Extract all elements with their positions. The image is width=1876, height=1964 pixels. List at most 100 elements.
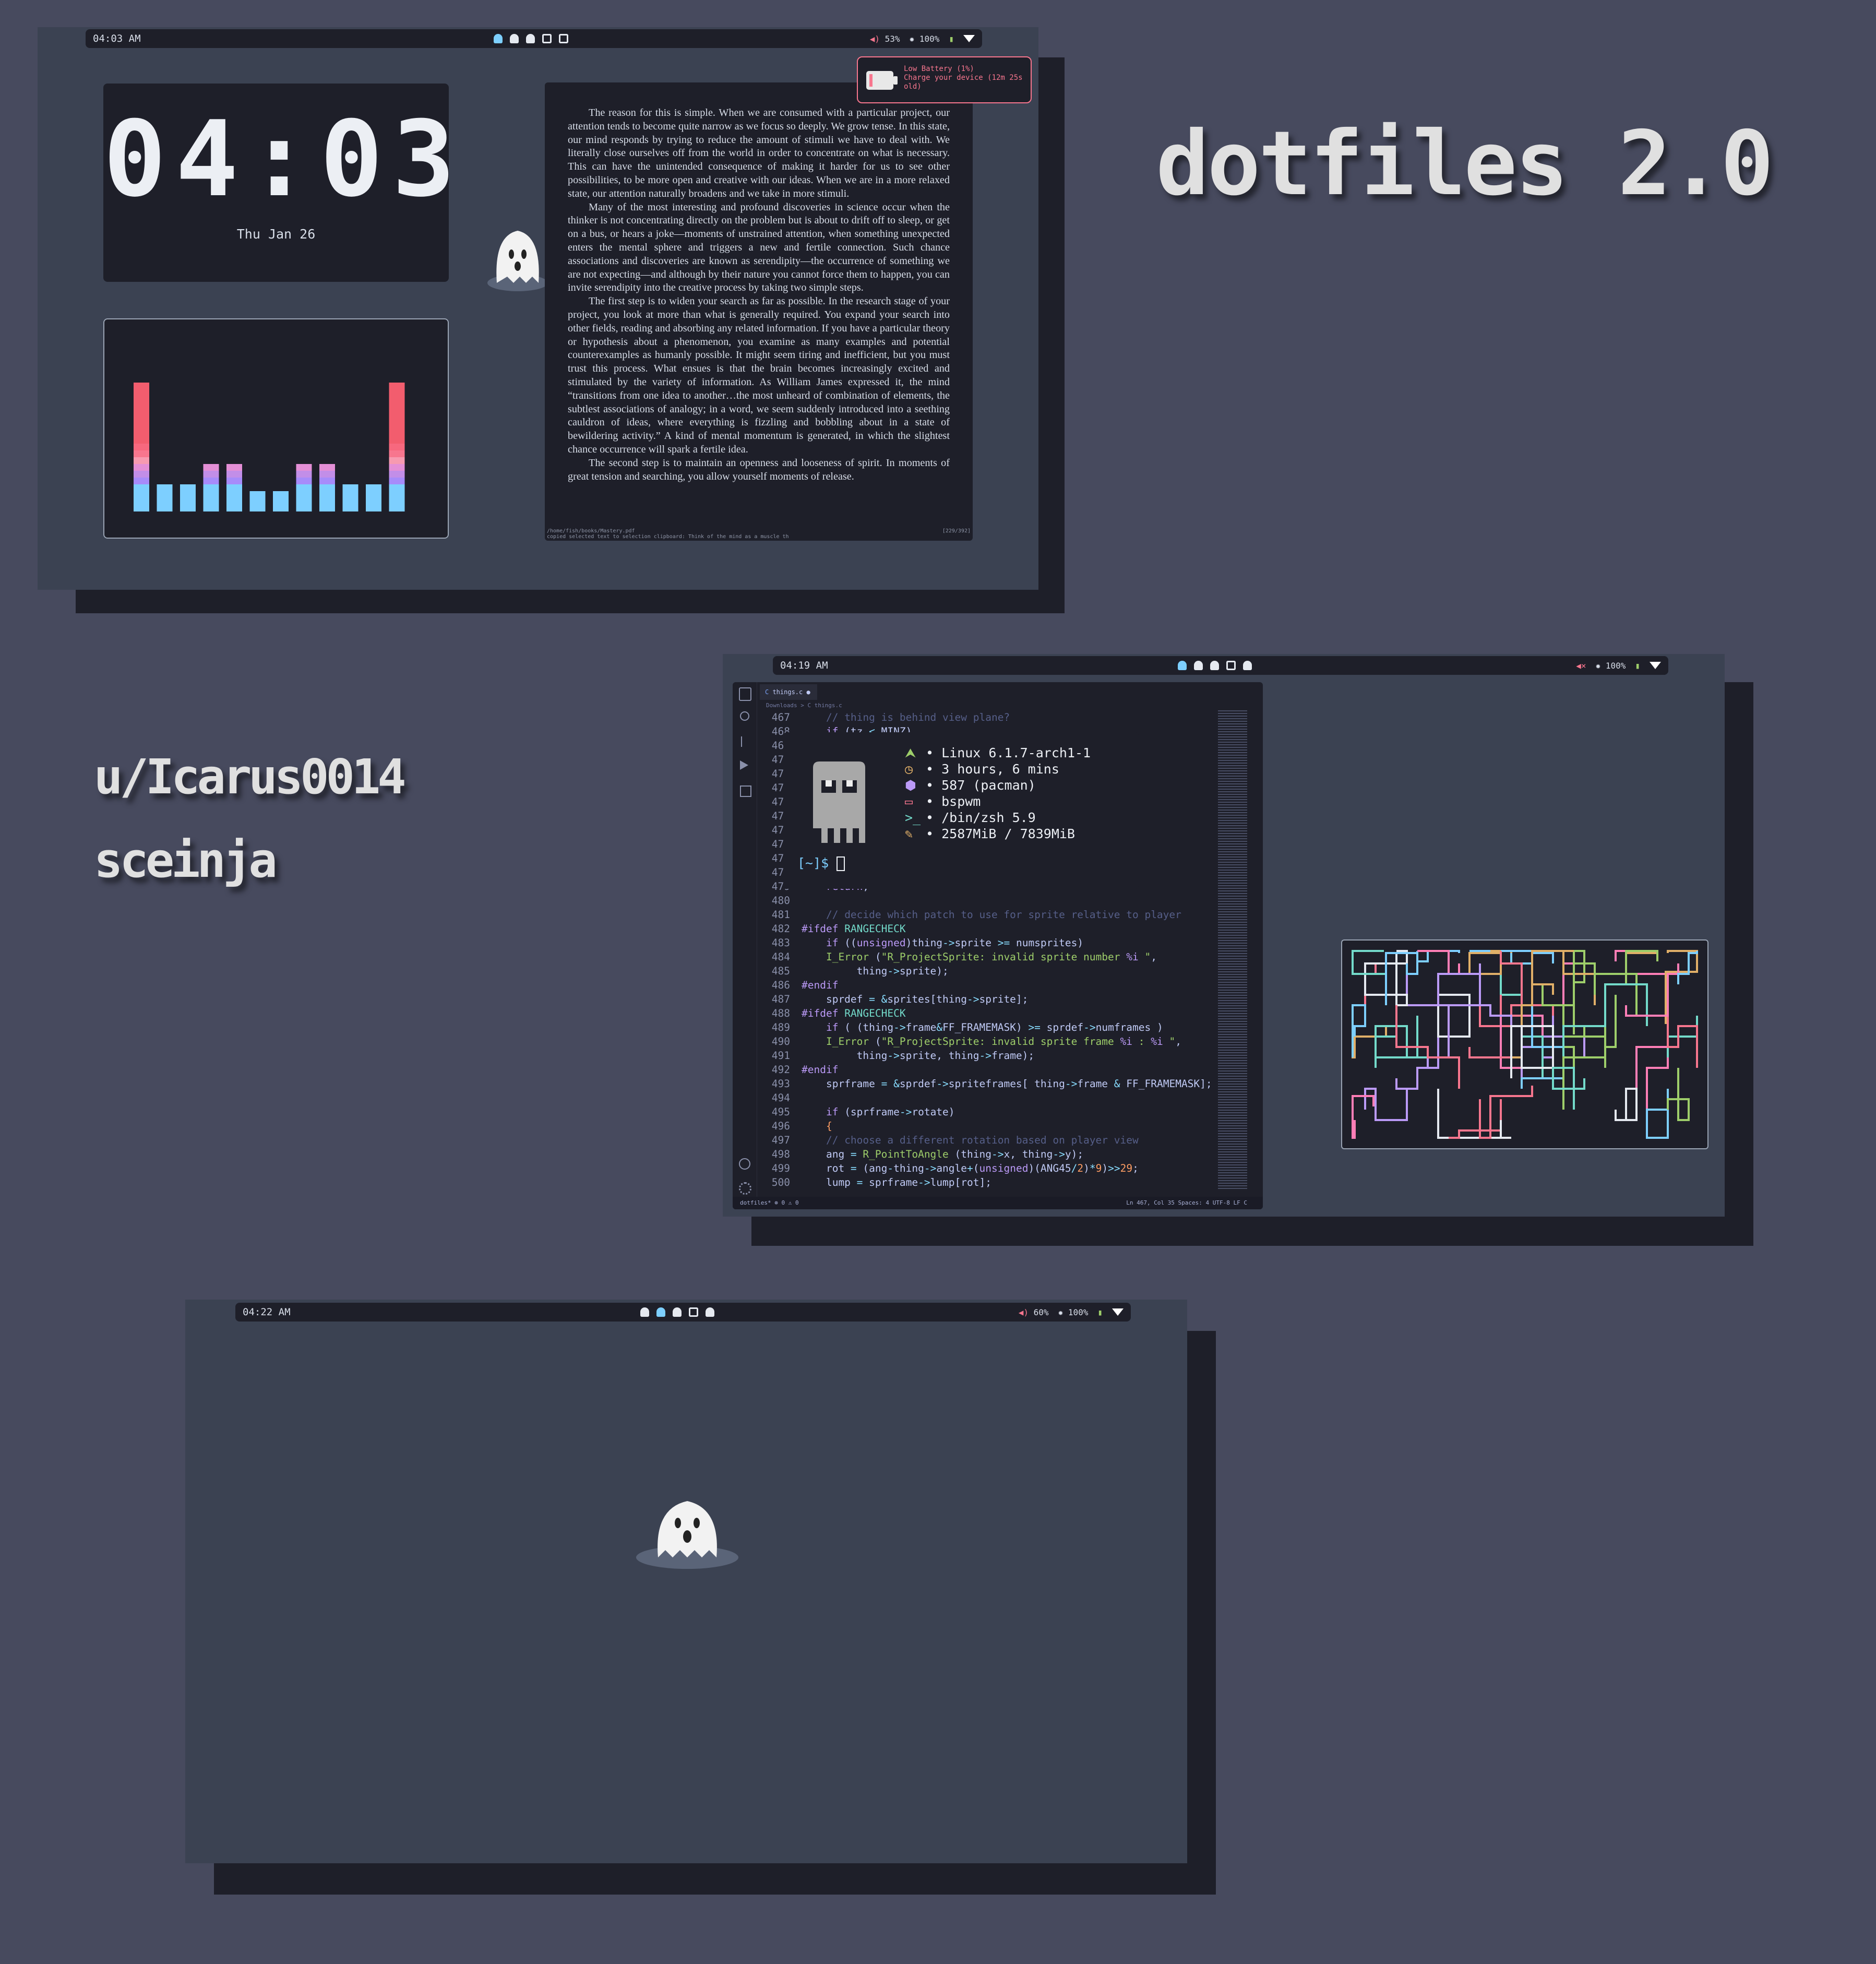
visualizer-bar-segment <box>134 383 149 389</box>
pipe-segment <box>1449 1099 1502 1139</box>
workspace-2-icon[interactable] <box>656 1307 665 1317</box>
workspace-1-icon[interactable] <box>1178 661 1187 670</box>
battery-icon[interactable]: ▮ <box>1635 661 1640 671</box>
visualizer-bar-segment <box>203 498 219 505</box>
brightness-indicator[interactable]: ✹ 100% <box>1058 1307 1089 1317</box>
settings-icon[interactable] <box>739 1182 751 1195</box>
visualizer-bar-segment <box>134 464 149 471</box>
pipe-segment <box>1416 950 1460 962</box>
visualizer-bar-segment <box>319 498 335 505</box>
status-bar: 04:19 AM ◀× ✹ 100% ▮ <box>773 656 1668 675</box>
visualizer-bar-segment <box>389 396 405 403</box>
low-battery-notification[interactable]: Low Battery (1%) Charge your device (12m … <box>857 56 1032 103</box>
shell-prompt[interactable]: [~]$ <box>797 855 845 871</box>
author-2: sceinja <box>94 832 278 888</box>
debug-icon[interactable] <box>740 760 748 770</box>
visualizer-bar-segment <box>134 403 149 410</box>
source-control-icon[interactable] <box>741 736 746 747</box>
status-position[interactable]: Ln 467, Col 35 Spaces: 4 UTF-8 LF C <box>1126 1197 1247 1209</box>
volume-indicator[interactable]: ◀) 53% <box>870 34 900 44</box>
visualizer-bar-segment <box>389 383 405 389</box>
pipe-segment <box>1437 994 1471 1038</box>
visualizer-bar-segment <box>389 437 405 444</box>
volume-indicator[interactable]: ◀) 60% <box>1019 1307 1049 1317</box>
workspaces[interactable] <box>494 34 568 43</box>
visualizer-bar-segment <box>319 484 335 491</box>
notification-body: Charge your device (12m 25s old) <box>904 74 1023 91</box>
activity-bar <box>733 682 757 1197</box>
battery-icon[interactable]: ▮ <box>1097 1307 1103 1317</box>
extensions-icon[interactable] <box>740 785 751 797</box>
visualizer-bar-segment <box>319 471 335 478</box>
brightness-indicator[interactable]: ✹ 100% <box>1596 661 1626 671</box>
visualizer-bar-segment <box>389 478 405 484</box>
visualizer-bar-segment <box>134 437 149 444</box>
notification-title: Low Battery (1%) <box>904 65 974 73</box>
search-icon[interactable] <box>740 711 749 721</box>
visualizer-bar-segment <box>366 498 381 505</box>
workspaces[interactable] <box>640 1307 714 1317</box>
visualizer-bar-segment <box>389 423 405 430</box>
visualizer-bar-segment <box>180 498 196 505</box>
visualizer-bar-segment <box>389 498 405 505</box>
visualizer-bar-segment <box>134 505 149 511</box>
visualizer-bar-segment <box>226 498 242 505</box>
visualizer-bar-segment <box>134 450 149 457</box>
volume-icon: ◀) <box>869 33 880 44</box>
visualizer-bar-segment <box>273 505 289 511</box>
battery-icon[interactable]: ▮ <box>949 34 954 44</box>
brightness-value: 100% <box>919 33 940 44</box>
workspace-4-icon[interactable] <box>689 1307 698 1317</box>
workspace-2-icon[interactable] <box>1194 661 1203 670</box>
pdf-reader[interactable]: The reason for this is simple. When we a… <box>545 82 973 541</box>
workspace-5-icon[interactable] <box>706 1307 714 1317</box>
account-icon[interactable] <box>739 1158 750 1170</box>
status-branch[interactable]: dotfiles* ⊗ 0 ⚠ 0 <box>740 1197 799 1209</box>
explorer-icon[interactable] <box>739 687 751 701</box>
visualizer-bar-segment <box>203 478 219 484</box>
workspace-5-icon[interactable] <box>559 34 568 43</box>
visualizer-bar-segment <box>366 484 381 491</box>
breadcrumb[interactable]: Downloads > C things.c <box>766 702 842 709</box>
minimap[interactable] <box>1218 710 1247 1191</box>
ghost-icon <box>487 231 548 291</box>
workspace-3-icon[interactable] <box>673 1307 682 1317</box>
visualizer-bar-segment <box>134 416 149 423</box>
reader-message: copied selected text to selection clipbo… <box>547 534 789 540</box>
visualizer-bar-segment <box>134 430 149 437</box>
workspace-3-icon[interactable] <box>526 34 535 43</box>
pipe-segment <box>1646 1089 1669 1139</box>
workspace-4-icon[interactable] <box>542 34 552 43</box>
visualizer-bar-segment <box>134 498 149 505</box>
workspace-2-icon[interactable] <box>510 34 519 43</box>
terminal-icon: >_ <box>905 810 921 825</box>
screen1: 04:03 AM ◀) 53% ✹ 100% ▮ 04:03 Thu Jan 2… <box>38 27 1038 590</box>
pipe-segment <box>1479 951 1512 1047</box>
tab-things-c[interactable]: C things.c ● <box>760 684 817 700</box>
bar-time: 04:19 AM <box>780 660 828 671</box>
visualizer-bar-segment <box>203 484 219 491</box>
workspace-4-icon[interactable] <box>1226 661 1236 670</box>
workspace-1-icon[interactable] <box>494 34 503 43</box>
wifi-icon[interactable] <box>1112 1308 1124 1316</box>
visualizer-bar-segment <box>389 457 405 464</box>
visualizer-bar-segment <box>180 491 196 498</box>
visualizer-bar-segment <box>319 491 335 498</box>
fetch-shell: >_ • /bin/zsh 5.9 <box>905 810 1036 825</box>
visualizer-bar-segment <box>157 498 173 505</box>
brightness-indicator[interactable]: ✹ 100% <box>910 34 940 44</box>
workspace-1-icon[interactable] <box>640 1307 649 1317</box>
visualizer-bar-segment <box>389 450 405 457</box>
workspace-5-icon[interactable] <box>1243 661 1252 670</box>
visualizer-bar-segment <box>157 484 173 491</box>
visualizer-bar-segment <box>389 403 405 410</box>
wifi-icon[interactable] <box>963 35 975 42</box>
workspaces[interactable] <box>1178 661 1252 670</box>
reader-text: The reason for this is simple. When we a… <box>568 106 950 483</box>
pipes-terminal[interactable] <box>1341 939 1708 1149</box>
workspace-3-icon[interactable] <box>1210 661 1219 670</box>
wifi-icon[interactable] <box>1650 662 1661 669</box>
fetch-terminal[interactable]: ⮝ • Linux 6.1.7-arch1-1 ◷ • 3 hours, 6 min… <box>784 732 1139 889</box>
volume-muted-icon[interactable]: ◀× <box>1576 661 1586 671</box>
visualizer-bar-segment <box>180 484 196 491</box>
